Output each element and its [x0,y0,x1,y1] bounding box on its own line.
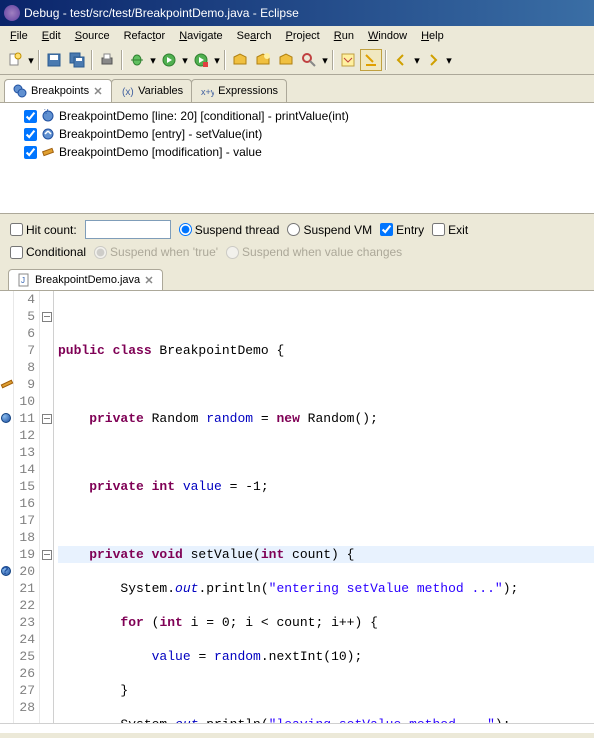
line-numbers: 4567891011121314151617181920212223242526… [14,291,40,723]
java-file-icon: J [17,273,31,287]
cond-change-radio [226,246,239,259]
tab-variables[interactable]: (x)= Variables [111,79,192,102]
save-button[interactable] [43,49,65,71]
menu-source[interactable]: Source [69,28,116,44]
cond-true-radio [94,246,107,259]
main-toolbar: ▾ ▾ ▾ ▾ ▾ ▾ ▾ [0,46,594,75]
open-task-button[interactable] [275,49,297,71]
svg-text:?: ? [44,109,49,116]
entry-checkbox-label[interactable]: Entry [380,223,424,237]
eclipse-icon [4,5,20,21]
breakpoint-item[interactable]: ? BreakpointDemo [line: 20] [conditional… [4,107,590,125]
search-button[interactable] [298,49,320,71]
open-resource-button[interactable] [252,49,274,71]
menu-edit[interactable]: Edit [36,28,67,44]
watchpoint-marker[interactable] [1,380,14,389]
breakpoints-icon [13,84,27,98]
svg-text:(x)=: (x)= [122,87,134,98]
open-type-button[interactable] [229,49,251,71]
breakpoint-label: BreakpointDemo [modification] - value [59,145,262,159]
hitcount-input[interactable] [85,220,171,239]
close-icon[interactable] [93,86,103,96]
menu-navigate[interactable]: Navigate [173,28,228,44]
cond-true-radio-label: Suspend when 'true' [94,245,218,259]
marker-gutter[interactable]: ? [0,291,14,723]
conditional-checkbox-label[interactable]: Conditional [10,245,86,259]
code-content[interactable]: public class BreakpointDemo { private Ra… [54,291,594,723]
menubar: File Edit Source Refactor Navigate Searc… [0,26,594,46]
search-dropdown[interactable]: ▾ [321,54,329,67]
exit-checkbox[interactable] [432,223,445,236]
editor-tab[interactable]: J BreakpointDemo.java [8,269,163,290]
horizontal-scrollbar[interactable] [0,723,594,733]
breakpoint-options: Hit count: Suspend thread Suspend VM Ent… [0,213,594,265]
breakpoint-label: BreakpointDemo [line: 20] [conditional] … [59,109,349,123]
cond-change-radio-label: Suspend when value changes [226,245,402,259]
menu-window[interactable]: Window [362,28,413,44]
close-icon[interactable] [144,275,154,285]
forward-button[interactable] [422,49,444,71]
method-breakpoint-icon [41,127,55,141]
toggle-breadcrumb-button[interactable] [337,49,359,71]
watchpoint-icon [41,145,55,159]
breakpoints-panel: ? BreakpointDemo [line: 20] [conditional… [0,103,594,213]
tab-expressions-label: Expressions [218,85,278,97]
tab-expressions[interactable]: x+y Expressions [191,79,287,102]
svg-text:x+y: x+y [201,87,214,97]
conditional-marker: ? [2,564,9,581]
hitcount-checkbox-label[interactable]: Hit count: [10,223,77,237]
run-last-button[interactable] [190,49,212,71]
suspend-thread-radio-label[interactable]: Suspend thread [179,223,280,237]
tab-breakpoints-label: Breakpoints [31,85,89,97]
entry-checkbox[interactable] [380,223,393,236]
menu-search[interactable]: Search [231,28,278,44]
debug-button[interactable] [126,49,148,71]
back-button[interactable] [390,49,412,71]
tab-breakpoints[interactable]: Breakpoints [4,79,112,102]
tab-variables-label: Variables [138,85,183,97]
variables-icon: (x)= [120,84,134,98]
breakpoint-label: BreakpointDemo [entry] - setValue(int) [59,127,262,141]
suspend-vm-radio[interactable] [287,223,300,236]
menu-refactor[interactable]: Refactor [118,28,172,44]
debug-dropdown[interactable]: ▾ [149,54,157,67]
breakpoint-checkbox[interactable] [24,146,37,159]
window-title: Debug - test/src/test/BreakpointDemo.jav… [24,6,299,20]
breakpoint-marker[interactable] [1,413,11,423]
exit-checkbox-label[interactable]: Exit [432,223,468,237]
editor-area[interactable]: ? 45678910111213141516171819202122232425… [0,291,594,723]
svg-text:J: J [21,276,25,285]
toggle-mark-button[interactable] [360,49,382,71]
run-last-dropdown[interactable]: ▾ [213,54,221,67]
suspend-vm-radio-label[interactable]: Suspend VM [287,223,372,237]
breakpoint-item[interactable]: BreakpointDemo [entry] - setValue(int) [4,125,590,143]
run-button[interactable] [158,49,180,71]
menu-help[interactable]: Help [415,28,450,44]
editor-tab-label: BreakpointDemo.java [35,274,140,286]
folding-gutter[interactable] [40,291,54,723]
line-breakpoint-icon: ? [41,109,55,123]
hitcount-checkbox[interactable] [10,223,23,236]
breakpoint-checkbox[interactable] [24,128,37,141]
expressions-icon: x+y [200,84,214,98]
save-all-button[interactable] [66,49,88,71]
new-button[interactable] [4,49,26,71]
menu-file[interactable]: File [4,28,34,44]
back-dropdown[interactable]: ▾ [413,54,421,67]
print-button[interactable] [96,49,118,71]
breakpoint-checkbox[interactable] [24,110,37,123]
new-dropdown[interactable]: ▾ [27,54,35,67]
menu-project[interactable]: Project [280,28,326,44]
editor-tab-row: J BreakpointDemo.java [0,265,594,291]
titlebar: Debug - test/src/test/BreakpointDemo.jav… [0,0,594,26]
conditional-checkbox[interactable] [10,246,23,259]
breakpoint-item[interactable]: BreakpointDemo [modification] - value [4,143,590,161]
run-dropdown[interactable]: ▾ [181,54,189,67]
views-tab-row: Breakpoints (x)= Variables x+y Expressio… [0,75,594,103]
forward-dropdown[interactable]: ▾ [445,54,453,67]
menu-run[interactable]: Run [328,28,360,44]
suspend-thread-radio[interactable] [179,223,192,236]
